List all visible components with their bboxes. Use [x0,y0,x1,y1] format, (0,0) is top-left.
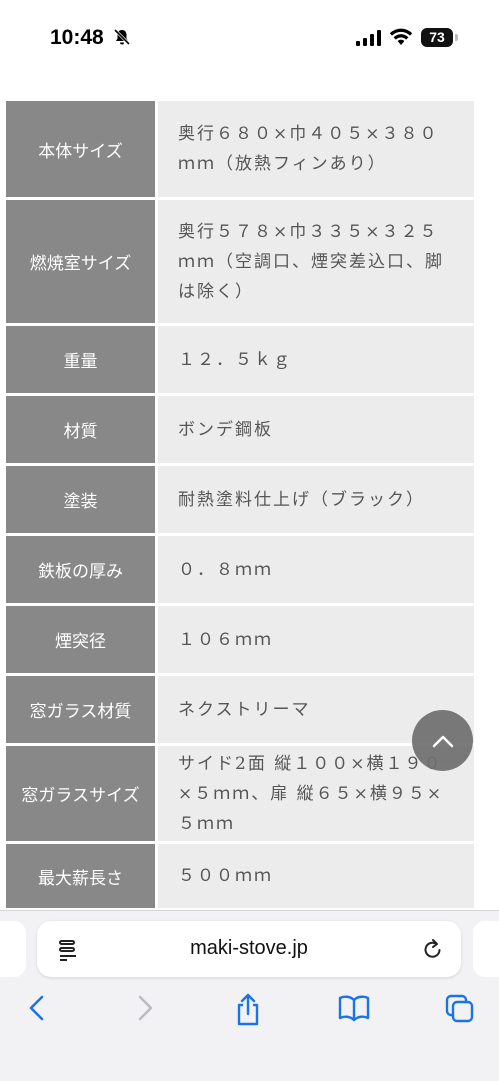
reload-icon[interactable] [422,937,444,961]
spec-row: 最大薪長さ ５００ｍｍ [6,844,474,908]
spec-label: 塗装 [6,466,158,533]
spec-value: 奥行６８０×巾４０５×３８０ｍｍ（放熱フィンあり） [158,101,474,197]
spec-value: １２．５ｋｇ [158,326,474,393]
spec-label: 窓ガラスサイズ [6,746,158,841]
battery-cap [455,34,458,41]
spec-row: 鉄板の厚み ０．８ｍｍ [6,536,474,606]
spec-row: 煙突径 １０６ｍｍ [6,606,474,676]
spec-value: 奥行５７８×巾３３５×３２５ｍｍ（空調口、煙突差込口、脚は除く） [158,200,474,323]
spec-row: 材質 ボンデ鋼板 [6,396,474,466]
spec-value: １０６ｍｍ [158,606,474,673]
next-tab-preview[interactable] [473,921,499,977]
wifi-icon [389,28,413,45]
browser-bottom-bar: maki-stove.jp [0,910,499,1081]
spec-label: 鉄板の厚み [6,536,158,603]
spec-row: 燃焼室サイズ 奥行５７８×巾３３５×３２５ｍｍ（空調口、煙突差込口、脚は除く） [6,200,474,326]
spec-label: 煙突径 [6,606,158,673]
spec-table: 本体サイズ 奥行６８０×巾４０５×３８０ｍｍ（放熱フィンあり） 燃焼室サイズ 奥… [6,101,474,908]
address-bar[interactable]: maki-stove.jp [37,921,461,977]
spec-row: 塗装 耐熱塗料仕上げ（ブラック） [6,466,474,536]
spec-value: ０．８ｍｍ [158,536,474,603]
spec-value: ボンデ鋼板 [158,396,474,463]
spec-value: 耐熱塗料仕上げ（ブラック） [158,466,474,533]
spec-value: ５００ｍｍ [158,844,474,908]
status-bar: 10:48 73 [0,0,499,75]
spec-label: 材質 [6,396,158,463]
spec-row: 本体サイズ 奥行６８０×巾４０５×３８０ｍｍ（放熱フィンあり） [6,101,474,200]
url-text[interactable]: maki-stove.jp [37,937,461,960]
spec-label: 燃焼室サイズ [6,200,158,323]
previous-tab-preview[interactable] [0,921,26,977]
share-icon[interactable] [234,993,262,1027]
forward-icon[interactable] [135,993,155,1023]
tabs-icon[interactable] [444,993,476,1025]
spec-row: 窓ガラス材質 ネクストリーマ [6,676,474,746]
battery-indicator: 73 [421,28,453,47]
scroll-top-button[interactable] [412,710,473,771]
spec-row: 窓ガラスサイズ サイド2面 縦１００×横１９０×５ｍｍ、扉 縦６５×横９５×５ｍ… [6,746,474,844]
spec-label: 窓ガラス材質 [6,676,158,743]
signal-icon [356,30,381,46]
bell-slash-icon [113,28,131,46]
spec-label: 本体サイズ [6,101,158,197]
bookmarks-icon[interactable] [337,993,371,1023]
back-icon[interactable] [27,993,47,1023]
spec-row: 重量 １２．５ｋｇ [6,326,474,396]
spec-label: 重量 [6,326,158,393]
spec-label: 最大薪長さ [6,844,158,908]
chevron-up-icon [432,735,453,747]
status-time: 10:48 [50,26,104,49]
